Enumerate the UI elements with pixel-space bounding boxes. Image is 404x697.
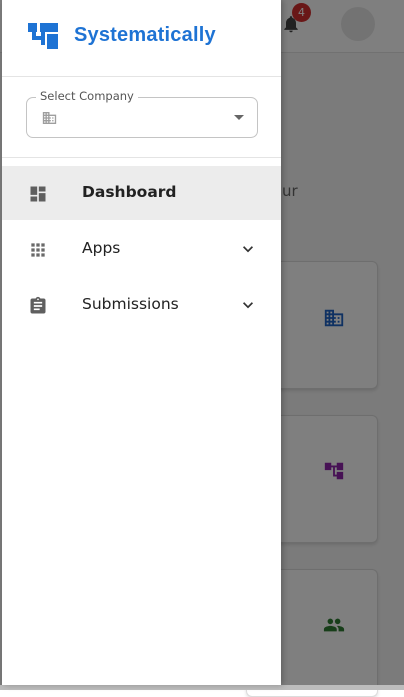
dashboard-icon [30,186,46,202]
bottom-edge [0,685,404,690]
chevron-down-icon[interactable] [238,295,258,315]
dropdown-caret-icon [234,115,244,120]
divider [2,76,281,77]
brand-header[interactable]: Systematically [2,0,281,76]
apps-grid-icon [31,243,45,257]
nav-item-label: Submissions [82,295,179,313]
nav-item-apps[interactable]: Apps [2,222,281,276]
building-icon [42,112,57,124]
select-company-dropdown[interactable]: Select Company [26,89,258,138]
select-company-label: Select Company [36,89,138,103]
nav-item-dashboard[interactable]: Dashboard [2,166,281,220]
brand-logo-icon [28,23,58,49]
chevron-down-icon[interactable] [238,239,258,259]
nav-item-submissions[interactable]: Submissions [2,278,281,332]
nav-item-label: Apps [82,239,121,257]
divider [2,157,281,158]
navigation-drawer: Systematically Select Company Dashboard … [2,0,281,685]
clipboard-icon [30,296,46,314]
brand-name: Systematically [74,24,216,46]
nav-item-label: Dashboard [82,183,177,201]
